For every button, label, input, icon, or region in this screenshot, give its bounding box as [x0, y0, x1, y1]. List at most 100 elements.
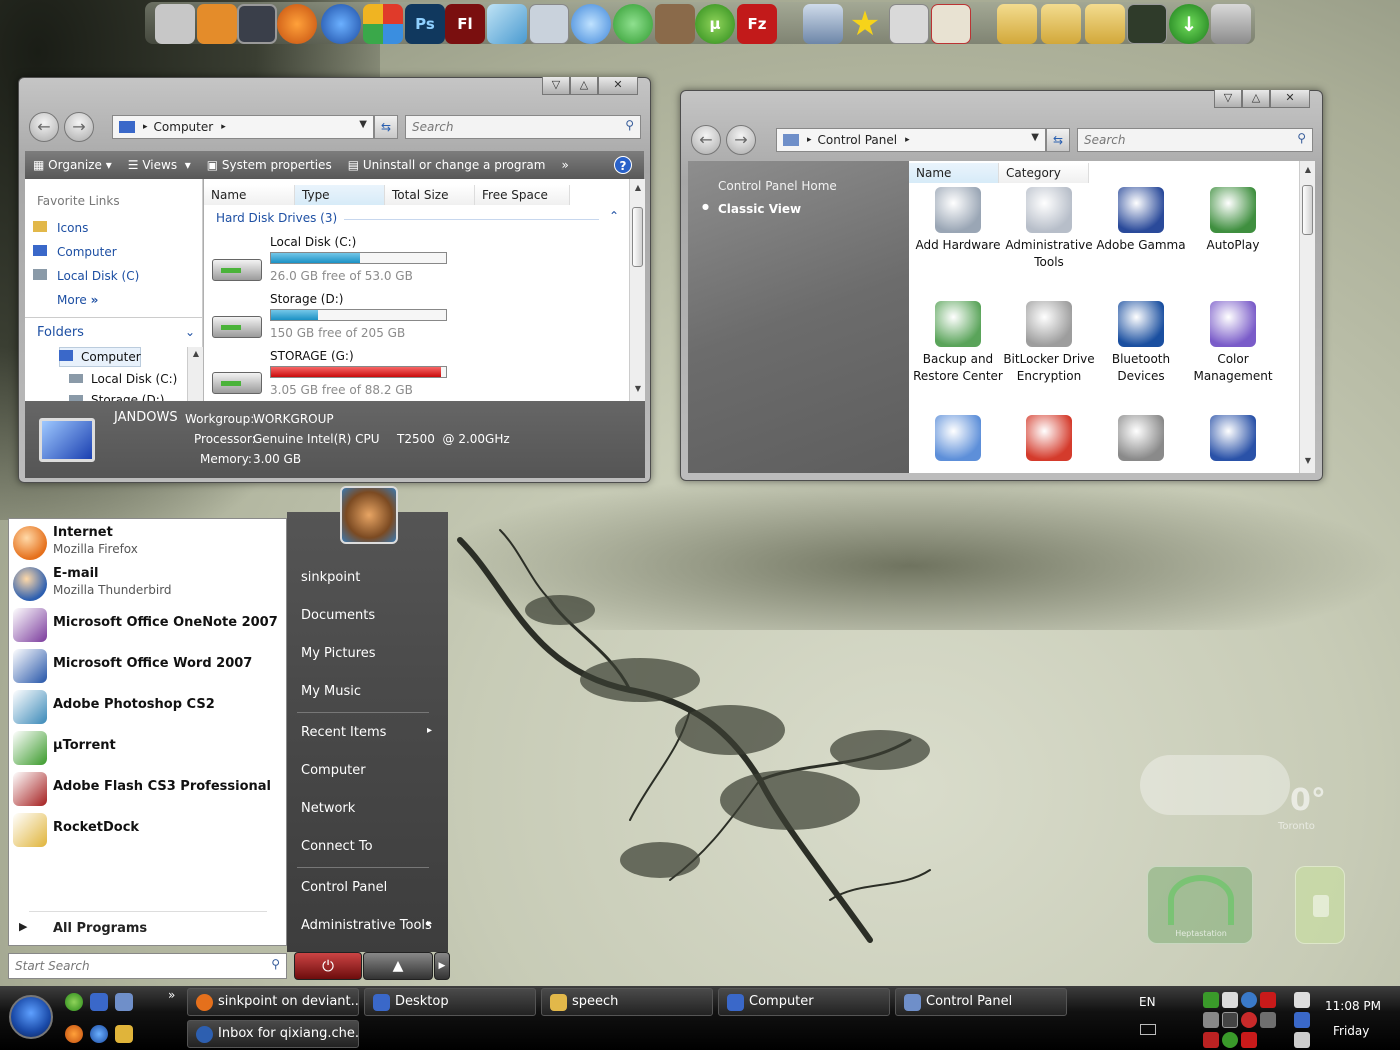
acrobat-icon[interactable] — [931, 4, 971, 44]
back-button[interactable]: ← — [29, 112, 59, 142]
trash-icon[interactable] — [1211, 4, 1251, 44]
control-panel-item[interactable]: Color Management — [1187, 301, 1279, 385]
display-tray-icon[interactable] — [1222, 992, 1238, 1008]
organize-button[interactable]: ▦ Organize ▾ — [25, 158, 120, 172]
column-category[interactable]: Category — [999, 163, 1089, 183]
scroll-thumb[interactable] — [1302, 185, 1313, 235]
close-button[interactable]: ✕ — [598, 77, 638, 95]
drive-icon[interactable] — [803, 4, 843, 44]
scroll-up-icon[interactable]: ▲ — [1300, 165, 1316, 174]
power-options-arrow[interactable]: ▶ — [434, 952, 450, 980]
antivirus-tray-icon[interactable] — [1203, 1032, 1219, 1048]
chevron-down-icon[interactable]: ⌄ — [185, 325, 195, 339]
control-panel-item[interactable]: AutoPlay — [1187, 187, 1279, 254]
battery-gadget[interactable] — [1295, 866, 1345, 944]
scroll-down-icon[interactable]: ▼ — [630, 384, 646, 393]
thunderbird-icon[interactable] — [90, 1025, 108, 1043]
office-icon[interactable] — [363, 4, 403, 44]
minimize-button[interactable]: ▽ — [1214, 90, 1242, 108]
flashget-tray-icon[interactable] — [1241, 1032, 1257, 1048]
place-administrative-tools[interactable]: Administrative Tools — [301, 918, 432, 933]
folder-tree-storage[interactable]: Storage (D:) — [69, 393, 164, 401]
maximize-button[interactable]: △ — [570, 77, 598, 95]
taskbar-button-control-panel[interactable]: Control Panel — [895, 988, 1067, 1016]
search-icon[interactable]: ⚲ — [1297, 131, 1306, 145]
home-icon[interactable] — [197, 4, 237, 44]
forward-button[interactable]: → — [64, 112, 94, 142]
folder-icon[interactable] — [997, 4, 1037, 44]
scroll-up-icon[interactable]: ▲ — [630, 183, 646, 192]
battery-tray-icon[interactable] — [1294, 992, 1310, 1008]
column-total-size[interactable]: Total Size — [385, 185, 475, 205]
uninstall-button[interactable]: ▤ Uninstall or change a program — [340, 158, 554, 172]
collapse-icon[interactable]: ⌃ — [609, 209, 619, 223]
language-indicator[interactable]: EN — [1139, 995, 1156, 1009]
control-panel-item[interactable] — [912, 415, 1004, 465]
wifi-gadget[interactable]: Heptastation — [1147, 866, 1253, 944]
start-recent-program[interactable]: µTorrent — [13, 728, 283, 768]
place-documents[interactable]: Documents — [301, 608, 375, 623]
refresh-button[interactable]: ⇆ — [374, 115, 398, 139]
search-icon[interactable]: ⚲ — [625, 118, 634, 132]
content-scrollbar[interactable]: ▲ ▼ — [629, 179, 645, 401]
utorrent-icon[interactable] — [65, 993, 83, 1011]
toolbar-more-button[interactable]: » — [553, 158, 576, 172]
place-control-panel[interactable]: Control Panel — [301, 880, 387, 895]
folder-tree-local-disk[interactable]: Local Disk (C:) — [69, 372, 177, 386]
scroll-up-icon[interactable]: ▲ — [188, 349, 204, 358]
control-panel-item[interactable]: Bluetooth Devices — [1095, 301, 1187, 385]
start-recent-program[interactable]: Adobe Flash CS3 Professional — [13, 769, 283, 809]
notebook-icon[interactable] — [487, 4, 527, 44]
user-tray-icon[interactable] — [1203, 1012, 1219, 1028]
favorite-link-computer[interactable]: Computer — [33, 245, 117, 259]
folder-icon[interactable] — [1085, 4, 1125, 44]
lock-button[interactable]: ▲ — [363, 952, 433, 980]
ati-tray-icon[interactable] — [1260, 992, 1276, 1008]
control-panel-item[interactable] — [1095, 415, 1187, 465]
place-recent-items[interactable]: Recent Items — [301, 725, 433, 740]
settings-tray-icon[interactable] — [1222, 1012, 1238, 1028]
star-icon[interactable]: ★ — [845, 4, 885, 44]
back-button[interactable]: ← — [691, 125, 721, 155]
start-search-input[interactable]: Start Search ⚲ — [8, 953, 287, 979]
place-computer[interactable]: Computer — [301, 763, 366, 778]
quick-launch-more[interactable]: » — [168, 988, 175, 1002]
finder-icon[interactable] — [155, 4, 195, 44]
control-panel-item[interactable] — [1003, 415, 1095, 465]
taskbar-button-inbox[interactable]: Inbox for qixiang.che... — [187, 1020, 359, 1048]
user-avatar[interactable] — [340, 486, 398, 544]
favorite-link-local-disk[interactable]: Local Disk (C) — [33, 269, 139, 283]
clock-time[interactable]: 11:08 PM — [1325, 999, 1381, 1013]
filezilla-icon[interactable]: Fz — [737, 4, 777, 44]
control-panel-item[interactable]: Backup and Restore Center — [912, 301, 1004, 385]
maximize-button[interactable]: △ — [1242, 90, 1270, 108]
taskbar-button-browser[interactable]: sinkpoint on deviant... — [187, 988, 359, 1016]
control-panel-item[interactable]: Add Hardware — [912, 187, 1004, 254]
help-icon[interactable]: ? — [614, 156, 632, 174]
place-pictures[interactable]: My Pictures — [301, 646, 376, 661]
firefox-icon[interactable] — [277, 4, 317, 44]
system-properties-button[interactable]: ▣ System properties — [199, 158, 340, 172]
taskbar-button-desktop[interactable]: Desktop — [364, 988, 536, 1016]
desktop-icon[interactable] — [90, 993, 108, 1011]
volume-icon[interactable] — [1294, 1032, 1310, 1048]
utorrent-tray-icon[interactable] — [1203, 992, 1219, 1008]
minimize-button[interactable]: ▽ — [542, 77, 570, 95]
shutdown-button[interactable]: ⏻ — [294, 952, 362, 980]
keyboard-icon[interactable] — [1140, 1024, 1156, 1035]
weather-gadget[interactable]: 0° Toronto — [1130, 745, 1330, 845]
switch-windows-icon[interactable] — [115, 993, 133, 1011]
views-button[interactable]: ☰ Views ▾ — [120, 158, 199, 172]
search-icon[interactable]: ⚲ — [271, 957, 280, 971]
start-recent-program[interactable]: RocketDock — [13, 810, 283, 850]
network-icon[interactable] — [321, 4, 361, 44]
flash-icon[interactable]: Fl — [445, 4, 485, 44]
forward-button[interactable]: → — [726, 125, 756, 155]
control-panel-item[interactable]: BitLocker Drive Encryption — [1003, 301, 1095, 385]
folder-scrollbar[interactable]: ▲ — [187, 347, 203, 401]
start-pinned-email[interactable]: E-mail Mozilla Thunderbird — [13, 564, 283, 604]
start-recent-program[interactable]: Adobe Photoshop CS2 — [13, 687, 283, 727]
place-user[interactable]: sinkpoint — [301, 570, 360, 585]
content-scrollbar[interactable]: ▲ ▼ — [1299, 161, 1315, 473]
place-network[interactable]: Network — [301, 801, 355, 816]
